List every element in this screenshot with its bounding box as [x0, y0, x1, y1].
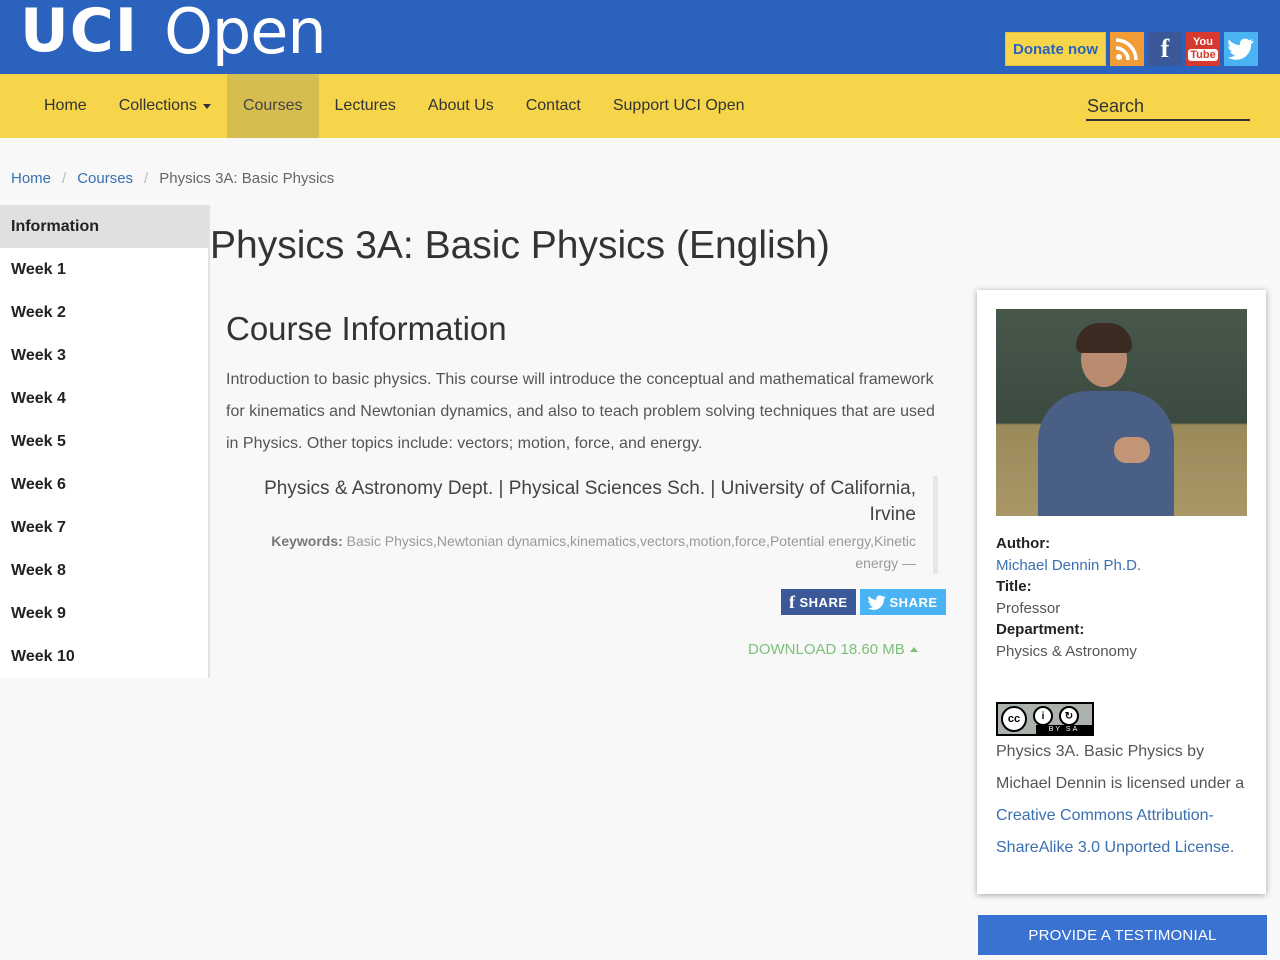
- cc-license-badge[interactable]: cc i ↻ BY SA: [996, 702, 1094, 736]
- share-alike-icon: ↻: [1059, 706, 1079, 726]
- facebook-share-button[interactable]: f SHARE: [781, 589, 856, 615]
- nav-item-lectures[interactable]: Lectures: [319, 74, 412, 138]
- download-label: DOWNLOAD 18.60 MB: [748, 641, 905, 658]
- rss-icon[interactable]: [1110, 32, 1144, 66]
- logo-open-text: Open: [164, 0, 327, 68]
- nav-menu: Home Collections Courses Lectures About …: [28, 74, 760, 138]
- twitter-share-button[interactable]: SHARE: [859, 589, 946, 615]
- section-title: Course Information: [226, 310, 507, 347]
- sidebar-item-week-6[interactable]: Week 6: [0, 463, 208, 506]
- nav-item-home[interactable]: Home: [28, 74, 103, 138]
- nav-item-collections-label: Collections: [118, 97, 197, 114]
- facebook-icon[interactable]: f: [1148, 32, 1182, 66]
- breadcrumb-current: Physics 3A: Basic Physics: [159, 170, 335, 187]
- twitter-icon: [867, 594, 886, 610]
- sidebar-item-week-5[interactable]: Week 5: [0, 420, 208, 463]
- sidebar-item-week-7[interactable]: Week 7: [0, 506, 208, 549]
- title-label: Title:: [996, 578, 1032, 595]
- course-sidebar: Information Week 1 Week 2 Week 3 Week 4 …: [0, 205, 210, 678]
- donate-button[interactable]: Donate now: [1005, 32, 1106, 66]
- logo-uci-text: UCI: [20, 0, 139, 66]
- site-logo[interactable]: UCI Open: [20, 0, 327, 68]
- license-prefix: Physics 3A. Basic Physics by Michael Den…: [996, 743, 1245, 792]
- sidebar-item-week-8[interactable]: Week 8: [0, 549, 208, 592]
- cc-badge-text: BY SA: [1036, 725, 1092, 734]
- share-buttons: f SHARE SHARE: [781, 589, 946, 615]
- sidebar-item-week-9[interactable]: Week 9: [0, 592, 208, 635]
- page-title: Physics 3A: Basic Physics (English): [210, 224, 830, 267]
- nav-item-support[interactable]: Support UCI Open: [597, 74, 761, 138]
- title-value: Professor: [996, 600, 1061, 617]
- nav-item-collections[interactable]: Collections: [103, 74, 227, 138]
- breadcrumb-separator: /: [62, 170, 67, 187]
- attribution-icon: i: [1033, 706, 1053, 726]
- site-header: UCI Open Donate now f You Tube: [0, 0, 1280, 74]
- keywords-list: Basic Physics,Newtonian dynamics,kinemat…: [346, 533, 916, 571]
- sidebar-item-week-1[interactable]: Week 1: [0, 248, 208, 291]
- sidebar-item-week-10[interactable]: Week 10: [0, 635, 208, 678]
- caret-down-icon: [202, 103, 211, 109]
- author-photo: [996, 309, 1247, 516]
- facebook-icon: f: [789, 591, 796, 612]
- facebook-share-label: SHARE: [799, 594, 848, 610]
- social-links: Donate now f You Tube: [1005, 32, 1258, 66]
- twitter-share-label: SHARE: [889, 594, 938, 610]
- department-line: Physics & Astronomy Dept. | Physical Sci…: [264, 478, 916, 525]
- course-meta-quote: Physics & Astronomy Dept. | Physical Sci…: [226, 476, 938, 574]
- nav-item-about-us[interactable]: About Us: [412, 74, 510, 138]
- caret-up-icon: [909, 647, 918, 652]
- nav-item-contact[interactable]: Contact: [510, 74, 597, 138]
- breadcrumb-home[interactable]: Home: [11, 170, 51, 187]
- youtube-bottom-text: Tube: [1188, 49, 1218, 61]
- youtube-icon[interactable]: You Tube: [1186, 32, 1220, 66]
- cc-icon: cc: [1001, 706, 1027, 732]
- facebook-glyph: f: [1160, 34, 1170, 63]
- search-input[interactable]: [1086, 94, 1250, 121]
- keywords: Keywords: Basic Physics,Newtonian dynami…: [226, 530, 916, 574]
- provide-testimonial-button[interactable]: PROVIDE A TESTIMONIAL: [978, 915, 1267, 955]
- keywords-label: Keywords:: [271, 533, 343, 549]
- sidebar-item-week-2[interactable]: Week 2: [0, 291, 208, 334]
- main-navbar: Home Collections Courses Lectures About …: [0, 74, 1280, 138]
- sidebar-item-week-3[interactable]: Week 3: [0, 334, 208, 377]
- license-text: Physics 3A. Basic Physics by Michael Den…: [996, 736, 1248, 864]
- department-value: Physics & Astronomy: [996, 643, 1137, 660]
- author-name-link[interactable]: Michael Dennin Ph.D.: [996, 557, 1141, 574]
- youtube-top-text: You: [1193, 36, 1213, 48]
- author-card: Author: Michael Dennin Ph.D. Title: Prof…: [977, 290, 1266, 894]
- sidebar-item-week-4[interactable]: Week 4: [0, 377, 208, 420]
- license-link[interactable]: Creative Commons Attribution-ShareAlike …: [996, 807, 1234, 856]
- course-description: Introduction to basic physics. This cour…: [226, 371, 935, 452]
- sidebar-item-information[interactable]: Information: [0, 205, 208, 248]
- breadcrumb-courses[interactable]: Courses: [77, 170, 133, 187]
- twitter-icon[interactable]: [1224, 32, 1258, 66]
- nav-item-courses[interactable]: Courses: [226, 74, 319, 138]
- department-label: Department:: [996, 621, 1085, 638]
- author-label: Author:: [996, 535, 1051, 552]
- breadcrumb: Home / Courses / Physics 3A: Basic Physi…: [11, 170, 334, 187]
- breadcrumb-separator: /: [144, 170, 149, 187]
- download-link[interactable]: DOWNLOAD 18.60 MB: [748, 641, 918, 658]
